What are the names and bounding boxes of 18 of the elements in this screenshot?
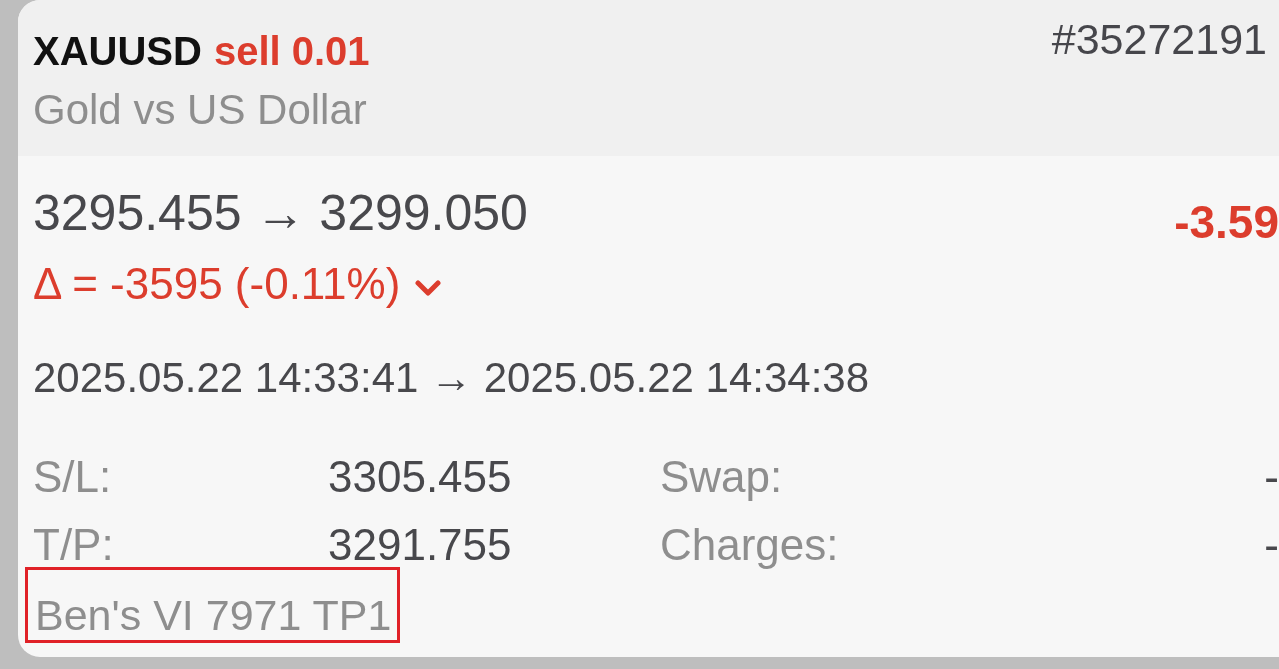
time-range: 2025.05.22 14:33:41 → 2025.05.22 14:34:38: [33, 357, 870, 399]
detail-label: Swap:: [660, 455, 784, 499]
detail-value: -: [1264, 455, 1279, 499]
symbol-description: Gold vs US Dollar: [33, 89, 367, 131]
order-comment: Ben's VI 7971 TP1: [35, 594, 392, 637]
detail-value: -: [1264, 523, 1279, 567]
detail-label: T/P:: [33, 523, 115, 567]
detail-value: 3305.455: [328, 455, 512, 499]
detail-label: S/L:: [33, 455, 113, 499]
symbol-title: XAUUSD: [33, 31, 202, 71]
ticket-number: #35272191: [1051, 18, 1267, 61]
profit-value: -3.59: [1174, 199, 1279, 245]
order-type-volume: sell 0.01: [213, 31, 370, 71]
chevron-down-icon[interactable]: [415, 280, 442, 297]
detail-label: Charges:: [660, 523, 840, 567]
price-change: 3295.455 → 3299.050: [33, 188, 528, 238]
price-delta: Δ = -3595 (-0.11%): [33, 262, 401, 306]
detail-value: 3291.755: [328, 523, 512, 567]
